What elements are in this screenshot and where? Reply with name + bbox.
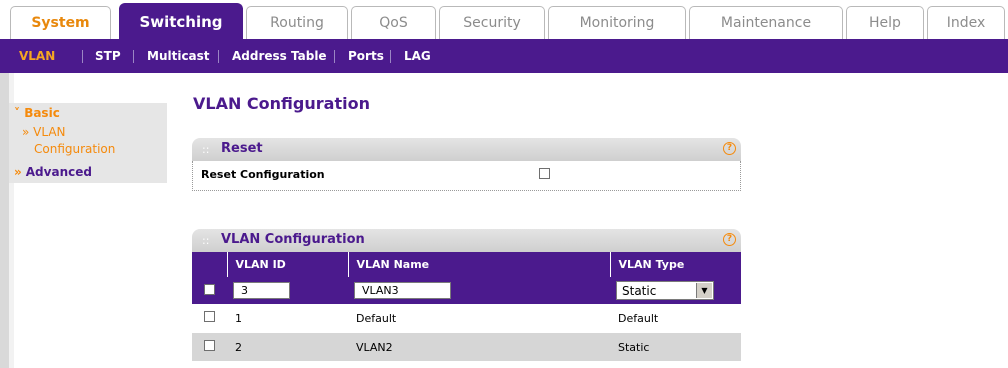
edit-row-vlan-type-cell: Static ▼: [610, 277, 741, 304]
table-row: 2 VLAN2 Static: [192, 332, 741, 361]
nav-advanced[interactable]: » Advanced: [14, 165, 92, 179]
vlan-section-header: :: VLAN Configuration ?: [192, 229, 741, 252]
tab-routing[interactable]: Routing: [246, 6, 348, 39]
subnav-stp[interactable]: STP: [95, 39, 121, 73]
row-vlan-type: Default: [610, 304, 741, 333]
tab-qos[interactable]: QoS: [351, 6, 436, 39]
row-vlan-type: Static: [610, 332, 741, 361]
header-vlan-name: VLAN Name: [348, 252, 611, 277]
subnav-separator: [218, 50, 219, 63]
subnav-vlan[interactable]: VLAN: [19, 39, 55, 73]
row-select: [192, 304, 227, 333]
reset-section-header: :: Reset ?: [192, 138, 741, 161]
tab-maintenance[interactable]: Maintenance: [689, 6, 843, 39]
header-vlan-type: VLAN Type: [610, 252, 742, 277]
reset-configuration-checkbox[interactable]: [539, 168, 550, 179]
tab-monitoring[interactable]: Monitoring: [548, 6, 686, 39]
subnav-address-table[interactable]: Address Table: [232, 39, 327, 73]
reset-section: :: Reset ? Reset Configuration: [192, 138, 741, 191]
subnav-lag[interactable]: LAG: [404, 39, 431, 73]
row-vlan-id: 1: [227, 304, 348, 333]
edit-row-vlan-name-cell: VLAN3: [348, 277, 610, 304]
row-checkbox[interactable]: [204, 340, 215, 351]
tab-index[interactable]: Index: [927, 6, 1005, 39]
vlan-type-value: Static: [622, 283, 657, 298]
nav-vlan-marker: »: [22, 125, 30, 139]
nav-advanced-label: Advanced: [25, 165, 92, 179]
tab-security[interactable]: Security: [439, 6, 545, 39]
edit-row-select: [192, 277, 227, 304]
tab-system[interactable]: System: [10, 6, 111, 39]
nav-vlan-label-2: Configuration: [34, 142, 116, 156]
left-nav-edge: [0, 73, 9, 368]
subnav-separator: [334, 50, 335, 63]
vlan-table: VLAN ID VLAN Name VLAN Type 3 VLAN3 Stat…: [192, 252, 742, 361]
tab-switching[interactable]: Switching: [119, 3, 243, 40]
grip-icon: ::: [202, 143, 210, 156]
nav-basic[interactable]: ˅ Basic: [14, 106, 60, 120]
subnav-separator: [133, 50, 134, 63]
edit-row-checkbox[interactable]: [204, 283, 215, 295]
edit-row-vlan-id-cell: 3: [227, 277, 348, 304]
left-nav: ˅ Basic » VLAN Configuration » Advanced: [0, 73, 182, 368]
vlan-configuration-section: :: VLAN Configuration ? VLAN ID VLAN Nam…: [192, 229, 742, 361]
reset-configuration-row: Reset Configuration: [192, 161, 741, 191]
subnav-ports[interactable]: Ports: [348, 39, 384, 73]
reset-configuration-label: Reset Configuration: [201, 168, 325, 181]
nav-vlan-configuration[interactable]: » VLAN Configuration: [22, 124, 115, 158]
chevron-down-icon: ˅: [14, 106, 20, 120]
help-icon[interactable]: ?: [723, 142, 736, 155]
tab-help[interactable]: Help: [846, 6, 924, 39]
page-title: VLAN Configuration: [193, 94, 370, 113]
subnav-separator: [390, 50, 391, 63]
edit-row: 3 VLAN3 Static ▼: [192, 277, 741, 304]
reset-section-title: Reset: [221, 141, 263, 156]
vlan-type-select[interactable]: Static ▼: [616, 281, 714, 300]
row-vlan-name: VLAN2: [348, 332, 610, 361]
grip-icon: ::: [202, 234, 210, 247]
table-header-row: VLAN ID VLAN Name VLAN Type: [192, 252, 742, 277]
table-row: 1 Default Default: [192, 304, 741, 333]
header-select: [192, 252, 228, 277]
help-icon[interactable]: ?: [723, 233, 736, 246]
vlan-name-input[interactable]: VLAN3: [354, 282, 451, 299]
nav-vlan-label-1: VLAN: [33, 125, 66, 139]
vlan-section-title: VLAN Configuration: [221, 232, 365, 247]
dropdown-arrow-icon[interactable]: ▼: [696, 283, 712, 298]
row-vlan-name: Default: [348, 304, 610, 333]
sub-nav: VLAN STP Multicast Address Table Ports L…: [0, 39, 1008, 73]
subnav-multicast[interactable]: Multicast: [147, 39, 210, 73]
row-select: [192, 332, 227, 361]
subnav-separator: [82, 50, 83, 63]
header-vlan-id: VLAN ID: [227, 252, 349, 277]
row-checkbox[interactable]: [204, 311, 215, 322]
row-vlan-id: 2: [227, 332, 348, 361]
vlan-id-input[interactable]: 3: [233, 282, 290, 299]
nav-basic-label: Basic: [24, 106, 60, 120]
top-tab-bar: System Switching Routing QoS Security Mo…: [0, 0, 1008, 40]
nav-advanced-marker: »: [14, 165, 22, 179]
